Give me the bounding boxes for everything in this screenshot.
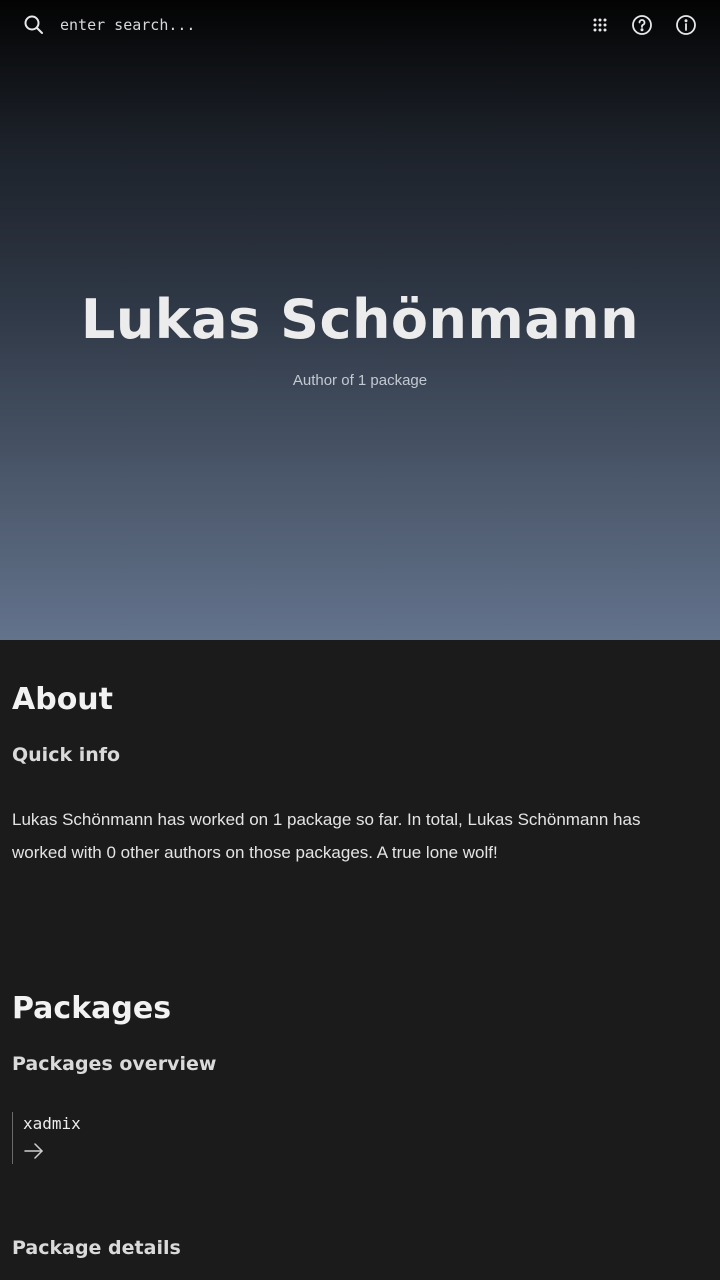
hero-banner: Lukas Schönmann Author of 1 package [0,0,720,640]
search-icon[interactable] [22,13,46,37]
search-input[interactable] [60,12,360,38]
arrow-right-icon[interactable] [23,1142,45,1160]
packages-heading: Packages [12,991,172,1026]
info-icon[interactable] [674,13,698,37]
author-name-title: Lukas Schönmann [80,288,640,351]
packages-overview-heading: Packages overview [12,1053,217,1075]
package-name: xadmix [23,1114,81,1133]
about-heading: About [12,682,114,717]
quick-info-heading: Quick info [12,744,121,766]
package-card-xadmix[interactable]: xadmix [12,1112,213,1164]
package-details-heading: Package details [12,1237,181,1259]
grid-icon[interactable] [588,13,612,37]
main-content: About Quick info Lukas Schönmann has wor… [0,640,720,1280]
help-icon[interactable] [630,13,654,37]
author-package-count: Author of 1 package [292,372,428,389]
top-bar [0,0,720,50]
about-paragraph: Lukas Schönmann has worked on 1 package … [12,810,641,862]
